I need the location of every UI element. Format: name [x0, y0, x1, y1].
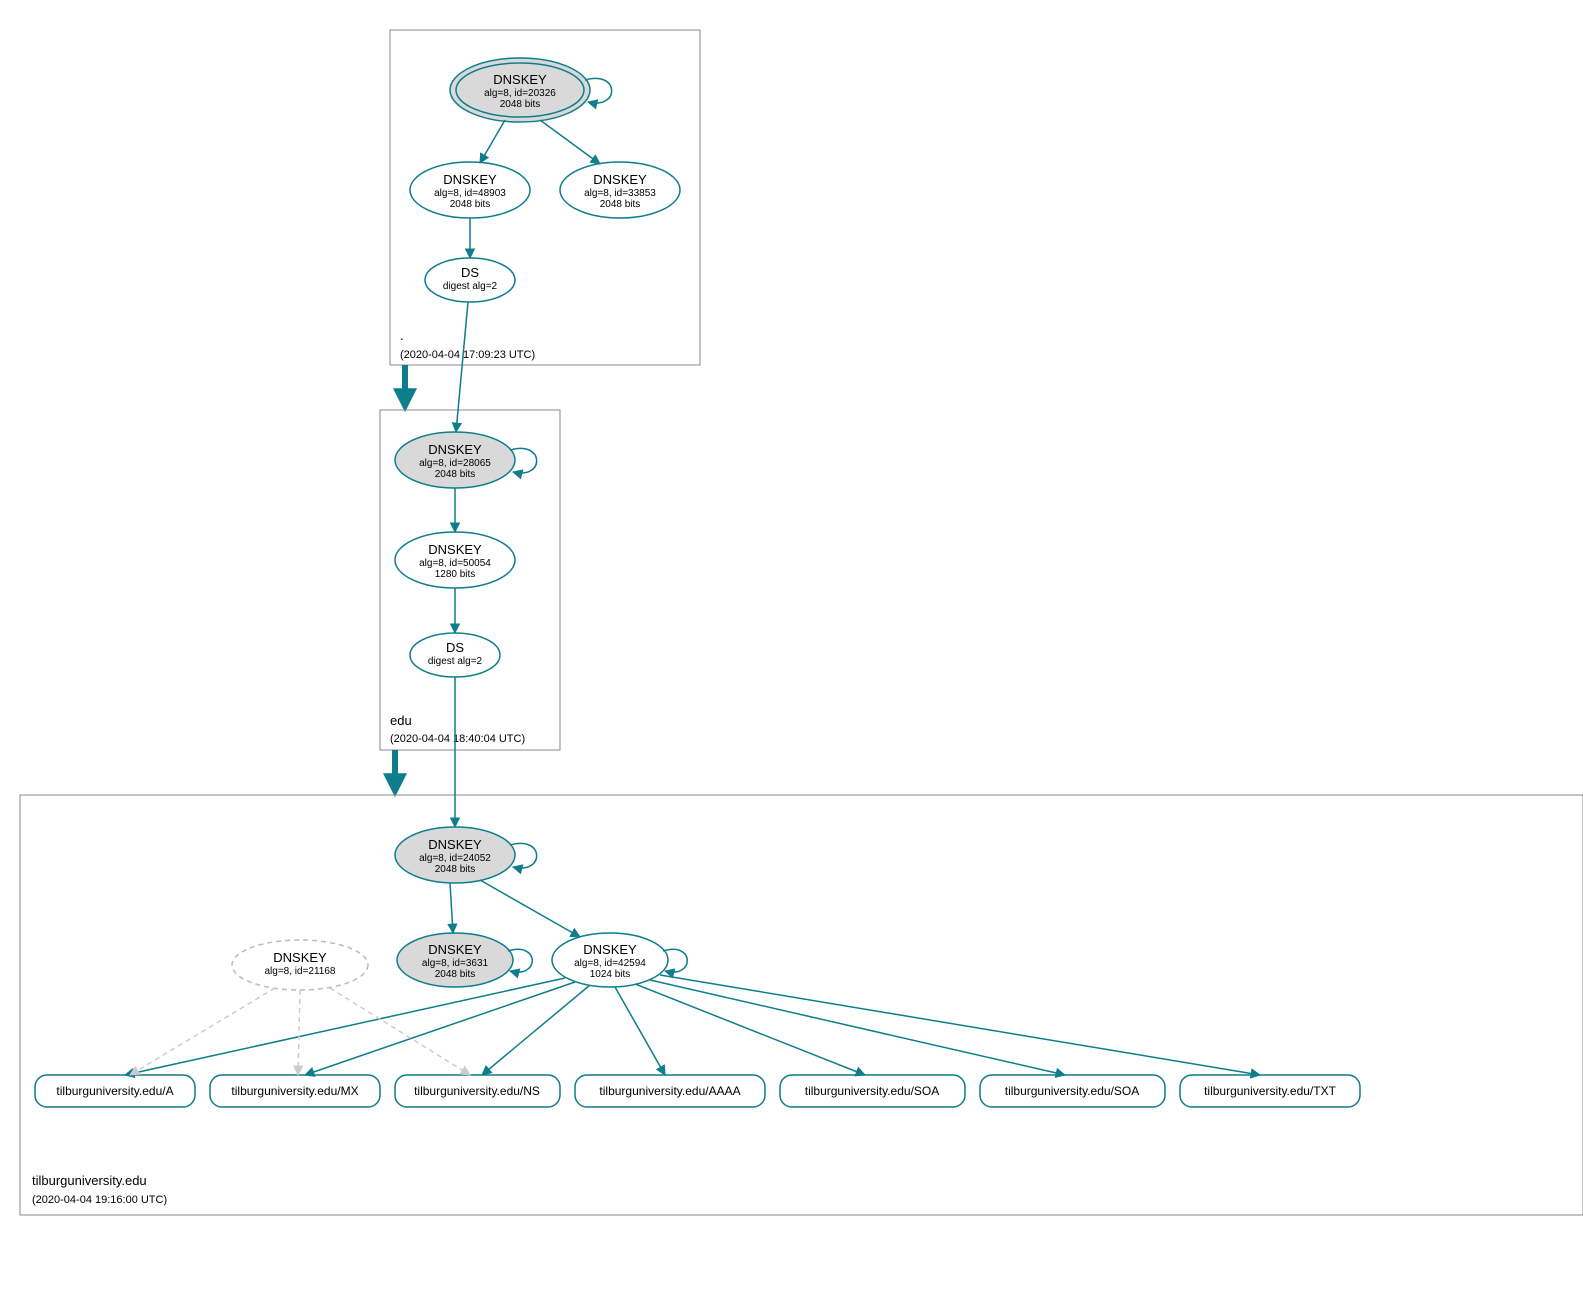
node-root-zsk1: DNSKEY alg=8, id=48903 2048 bits [410, 162, 530, 218]
svg-text:tilburguniversity.edu/NS: tilburguniversity.edu/NS [414, 1084, 540, 1098]
svg-text:tilburguniversity.edu/SOA: tilburguniversity.edu/SOA [805, 1084, 940, 1098]
svg-text:DNSKEY: DNSKEY [428, 837, 482, 852]
svg-text:DNSKEY: DNSKEY [273, 950, 327, 965]
node-edu-ds: DS digest alg=2 [410, 633, 500, 677]
svg-text:1280 bits: 1280 bits [435, 569, 476, 580]
rr-soa2: tilburguniversity.edu/SOA [980, 1075, 1165, 1107]
svg-text:DNSKEY: DNSKEY [428, 942, 482, 957]
node-tu-old: DNSKEY alg=8, id=21168 [232, 940, 368, 990]
svg-text:alg=8, id=48903: alg=8, id=48903 [434, 188, 506, 199]
edge [540, 120, 600, 164]
svg-text:DNSKEY: DNSKEY [493, 72, 547, 87]
edge [305, 982, 575, 1075]
rr-mx: tilburguniversity.edu/MX [210, 1075, 380, 1107]
svg-text:DNSKEY: DNSKEY [428, 542, 482, 557]
svg-text:DNSKEY: DNSKEY [593, 172, 647, 187]
edge [480, 120, 505, 163]
svg-text:tilburguniversity.edu/MX: tilburguniversity.edu/MX [231, 1084, 358, 1098]
rr-soa1: tilburguniversity.edu/SOA [780, 1075, 965, 1107]
zone-tu-label: tilburguniversity.edu [32, 1173, 147, 1188]
svg-text:2048 bits: 2048 bits [500, 99, 541, 110]
svg-text:1024 bits: 1024 bits [590, 969, 631, 980]
node-tu-zsk2: DNSKEY alg=8, id=42594 1024 bits [552, 933, 687, 987]
svg-text:2048 bits: 2048 bits [600, 199, 641, 210]
dnssec-graph: . (2020-04-04 17:09:23 UTC) DNSKEY alg=8… [10, 10, 1583, 1288]
rr-ns: tilburguniversity.edu/NS [395, 1075, 560, 1107]
svg-text:DNSKEY: DNSKEY [428, 442, 482, 457]
zone-root-date: (2020-04-04 17:09:23 UTC) [400, 349, 535, 361]
edge [480, 880, 580, 937]
svg-text:digest alg=2: digest alg=2 [443, 281, 498, 292]
svg-text:alg=8, id=24052: alg=8, id=24052 [419, 853, 491, 864]
edge [660, 975, 1260, 1075]
svg-text:alg=8, id=20326: alg=8, id=20326 [484, 88, 556, 99]
svg-text:2048 bits: 2048 bits [435, 969, 476, 980]
zone-edu-date: (2020-04-04 18:40:04 UTC) [390, 733, 525, 745]
node-edu-zsk: DNSKEY alg=8, id=50054 1280 bits [395, 532, 515, 588]
edge-dashed [330, 988, 470, 1075]
svg-text:alg=8, id=33853: alg=8, id=33853 [584, 188, 656, 199]
edge [482, 985, 590, 1075]
edge [450, 883, 453, 933]
rr-row: tilburguniversity.edu/A tilburguniversit… [35, 1075, 1360, 1107]
svg-text:tilburguniversity.edu/TXT: tilburguniversity.edu/TXT [1204, 1084, 1337, 1098]
svg-text:alg=8, id=28065: alg=8, id=28065 [419, 458, 491, 469]
node-root-ds: DS digest alg=2 [425, 258, 515, 302]
rr-aaaa: tilburguniversity.edu/AAAA [575, 1075, 765, 1107]
edge-dashed [130, 988, 275, 1075]
node-root-zsk2: DNSKEY alg=8, id=33853 2048 bits [560, 162, 680, 218]
node-edu-ksk: DNSKEY alg=8, id=28065 2048 bits [395, 432, 537, 488]
zone-tu-date: (2020-04-04 19:16:00 UTC) [32, 1194, 167, 1206]
zone-edu-label: edu [390, 713, 412, 728]
svg-text:2048 bits: 2048 bits [435, 864, 476, 875]
svg-text:DNSKEY: DNSKEY [443, 172, 497, 187]
zone-root: . (2020-04-04 17:09:23 UTC) DNSKEY alg=8… [390, 30, 700, 365]
svg-text:tilburguniversity.edu/SOA: tilburguniversity.edu/SOA [1005, 1084, 1140, 1098]
edge-dashed [298, 990, 300, 1075]
node-tu-zsk1: DNSKEY alg=8, id=3631 2048 bits [397, 933, 532, 987]
zone-root-label: . [400, 328, 404, 343]
edge [615, 987, 665, 1075]
svg-text:DS: DS [461, 265, 479, 280]
rr-a: tilburguniversity.edu/A [35, 1075, 195, 1107]
svg-text:alg=8, id=50054: alg=8, id=50054 [419, 558, 491, 569]
svg-text:alg=8, id=42594: alg=8, id=42594 [574, 958, 646, 969]
svg-text:alg=8, id=21168: alg=8, id=21168 [265, 966, 336, 977]
svg-text:alg=8, id=3631: alg=8, id=3631 [422, 958, 489, 969]
node-root-ksk: DNSKEY alg=8, id=20326 2048 bits [450, 58, 612, 122]
svg-text:tilburguniversity.edu/A: tilburguniversity.edu/A [56, 1084, 173, 1098]
svg-text:2048 bits: 2048 bits [435, 469, 476, 480]
edge [650, 980, 1065, 1075]
svg-text:tilburguniversity.edu/AAAA: tilburguniversity.edu/AAAA [599, 1084, 740, 1098]
edge [456, 302, 468, 432]
node-tu-ksk: DNSKEY alg=8, id=24052 2048 bits [395, 827, 537, 883]
edge [635, 984, 865, 1075]
rr-txt: tilburguniversity.edu/TXT [1180, 1075, 1360, 1107]
svg-text:DS: DS [446, 640, 464, 655]
svg-text:2048 bits: 2048 bits [450, 199, 491, 210]
zone-tu: tilburguniversity.edu (2020-04-04 19:16:… [20, 677, 1583, 1215]
svg-text:DNSKEY: DNSKEY [583, 942, 637, 957]
svg-text:digest alg=2: digest alg=2 [428, 656, 483, 667]
